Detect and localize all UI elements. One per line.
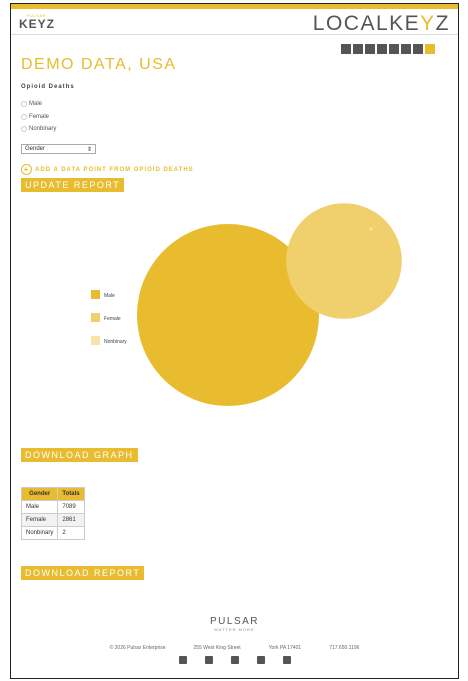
plus-circle-icon: + (21, 164, 32, 175)
logo-y: Y (420, 12, 436, 35)
footer-copyright: © 2026 Pulsar Enterprise (109, 645, 166, 651)
radio-icon (21, 101, 27, 107)
table-cell: 7089 (57, 500, 85, 514)
bubble-female[interactable] (286, 203, 402, 319)
linkedin-icon[interactable] (230, 656, 239, 664)
table-header-totals: Totals (57, 487, 85, 501)
localkeyz-logo[interactable]: LOCALKEYZ (313, 12, 450, 36)
footer-logo-text: PULSAR (209, 616, 259, 627)
table-cell: 2861 (57, 513, 85, 527)
table-cell: Nonbinary (20, 526, 59, 540)
totals-table: Gender Totals Male 7089 Female 2861 Nonb… (20, 487, 85, 540)
filter-label: Male (29, 101, 43, 107)
list-icon[interactable] (365, 44, 375, 54)
x-icon[interactable] (256, 656, 265, 664)
header-divider (11, 34, 458, 35)
download-graph-button[interactable]: DOWNLOAD GRAPH (21, 448, 138, 462)
instagram-icon[interactable] (204, 656, 213, 664)
bar-chart-icon[interactable] (341, 44, 351, 54)
legend-label: Nonbinary (104, 339, 127, 345)
table-row: Female 2861 (20, 513, 85, 527)
facebook-icon[interactable] (178, 656, 187, 664)
filter-nonbinary[interactable]: Nonbinary (21, 126, 56, 132)
pie-chart-icon[interactable] (389, 44, 399, 54)
legend-swatch (91, 336, 100, 345)
table-header-gender: Gender (20, 487, 59, 501)
chevron-down-icon: ⇕ (86, 146, 92, 153)
close-icon[interactable] (425, 44, 435, 54)
logo-word: KEYZ (19, 17, 56, 31)
footer-address: 255 West King Street (193, 645, 241, 651)
line-chart-icon[interactable] (377, 44, 387, 54)
map-icon[interactable] (413, 44, 423, 54)
page-subtitle: Opioid Deaths (21, 84, 75, 90)
footer-tagline: MATTER MORE (214, 627, 255, 632)
filter-male[interactable]: Male (21, 101, 42, 107)
add-point-label: ADD A DATA POINT FROM OPIOID DEATHS (35, 166, 194, 173)
footer-phone[interactable]: 717.650.1196 (329, 645, 359, 651)
column-chart-icon[interactable] (353, 44, 363, 54)
filter-label: Nonbinary (29, 126, 57, 132)
table-cell: Male (20, 500, 59, 514)
social-links (11, 656, 458, 664)
youtube-icon[interactable] (282, 656, 291, 664)
bubble-chart-icon[interactable] (401, 44, 411, 54)
bubble-nonbinary[interactable] (369, 227, 373, 231)
table-cell: 2 (57, 526, 85, 540)
legend-label: Female (104, 316, 121, 322)
top-accent-bar (11, 4, 458, 9)
legend-label: Male (104, 293, 115, 299)
bubble-chart: Male Female Nonbinary (91, 203, 402, 406)
table-row: Nonbinary 2 (20, 526, 85, 540)
filter-label: Female (29, 114, 50, 120)
page-frame: PULSAR KEYZ LOCALKEYZ DEMO DATA, USA Opi… (10, 3, 459, 679)
footer-info: © 2026 Pulsar Enterprise 255 West King S… (11, 645, 458, 651)
legend-swatch (91, 313, 100, 322)
radio-icon (21, 126, 27, 132)
table-cell: Female (20, 513, 59, 527)
table-row: Male 7089 (20, 500, 85, 514)
page-title: DEMO DATA, USA (21, 56, 177, 73)
logo-suffix: Z (435, 12, 450, 35)
select-value: Gender (25, 146, 46, 152)
radio-icon (21, 114, 27, 120)
logo-prefix: LOCALKE (312, 12, 421, 35)
chart-type-toolbar (341, 44, 435, 54)
legend-swatch (91, 290, 100, 299)
filter-female[interactable]: Female (21, 114, 49, 120)
footer-logo: PULSAR MATTER MORE (11, 616, 458, 632)
add-data-point-link[interactable]: + ADD A DATA POINT FROM OPIOID DEATHS (21, 164, 194, 175)
download-report-button[interactable]: DOWNLOAD REPORT (21, 566, 145, 580)
group-by-select[interactable]: Gender ⇕ (21, 144, 96, 154)
footer-city: York PA 17401 (268, 645, 302, 651)
